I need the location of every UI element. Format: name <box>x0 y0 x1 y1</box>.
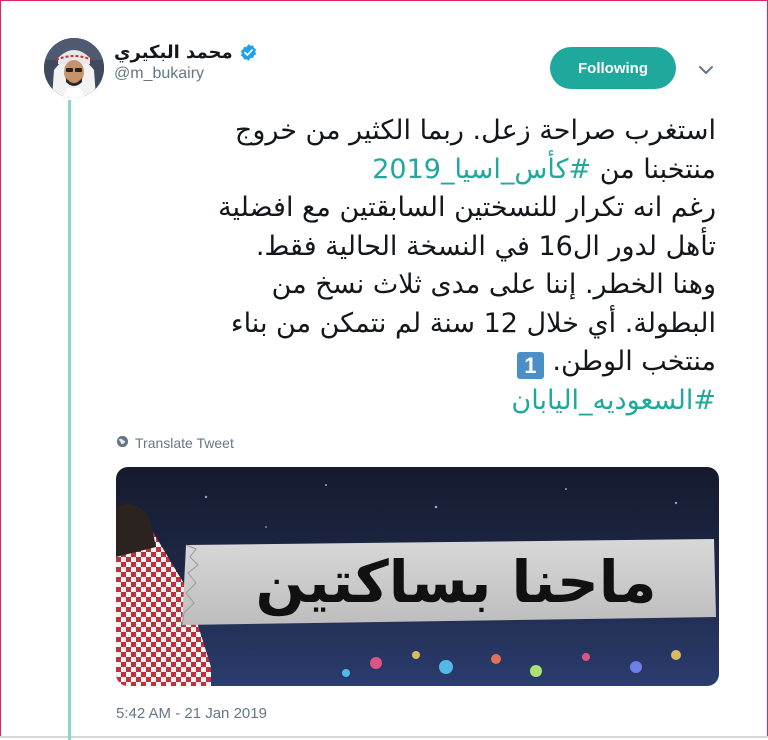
keycap-one-emoji: 1 <box>516 352 544 379</box>
author-name[interactable]: محمد البكيري <box>114 42 233 63</box>
hashtag-link[interactable]: #السعوديه_اليابان <box>511 385 716 416</box>
following-button[interactable]: Following <box>550 47 676 89</box>
media-overlay-text: ماحنا بساكتين <box>255 548 657 616</box>
globe-icon <box>116 435 129 451</box>
tweet-media-image[interactable]: ماحنا بساكتين <box>116 467 719 686</box>
tweet-line: تأهل لدور ال16 في النسخة الحالية فقط. <box>255 230 716 262</box>
tweet-line: استغرب صراحة زعل. ربما الكثير من خروج <box>234 115 716 146</box>
tweet-line: منتخب الوطن. 1 <box>100 343 716 382</box>
author-block: محمد البكيري @m_bukairy <box>114 42 258 83</box>
author-handle[interactable]: @m_bukairy <box>114 65 258 83</box>
tweet-text: استغرب صراحة زعل. ربما الكثير من خروج من… <box>100 112 716 420</box>
chevron-down-icon[interactable] <box>694 58 718 82</box>
author-name-row: محمد البكيري <box>114 42 258 63</box>
avatar[interactable] <box>44 38 104 98</box>
thread-line <box>68 100 71 740</box>
tweet-line: منتخبنا من #كأس_اسيا_2019 <box>372 153 716 185</box>
translate-label: Translate Tweet <box>135 435 234 451</box>
tweet-line: البطولة. أي خلال 12 سنة لم نتمكن من بناء <box>230 307 716 339</box>
tweet-timestamp[interactable]: 5:42 AM - 21 Jan 2019 <box>116 705 267 722</box>
tweet-line: رغم انه تكرار للنسختين السابقتين مع افضل… <box>218 192 716 223</box>
tweet-line: وهنا الخطر. إننا على مدى ثلاث نسخ من <box>271 269 716 300</box>
tweet-line: #السعوديه_اليابان <box>100 382 716 421</box>
verified-badge-icon <box>239 43 258 62</box>
hashtag-link[interactable]: #كأس_اسيا_2019 <box>372 154 591 185</box>
translate-tweet-link[interactable]: Translate Tweet <box>116 435 234 451</box>
